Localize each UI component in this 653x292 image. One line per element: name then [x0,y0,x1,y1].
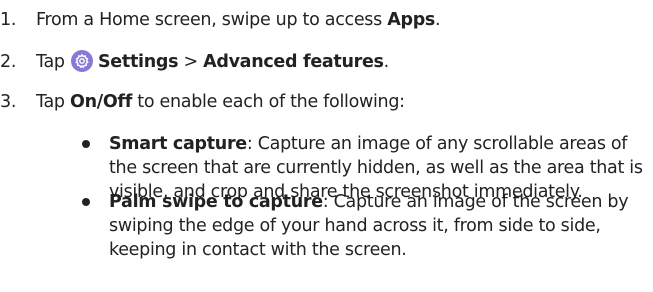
bullet-title: Palm swipe to capture [109,192,323,212]
bullet-line: swiping the edge of your hand across it,… [109,216,601,236]
bullet-line: Smart capture: Capture an image of any s… [79,132,649,156]
instructions-page: 1. From a Home screen, swipe up to acces… [0,0,653,292]
bullet-palm-swipe: Palm swipe to capture: Capture an image … [79,190,649,262]
path-separator: > [178,52,204,72]
bullet-line: keeping in contact with the screen. [109,240,407,260]
bullet-title: Smart capture [109,134,247,154]
step-text-pre: Tap [36,52,70,72]
step-number: 1. [0,10,17,30]
step-text-pre: From a Home screen, swipe up to access [36,10,388,30]
step-text: Tap Settings > Advanced features. [36,50,389,74]
bullet-line: the screen that are currently hidden, as… [109,158,643,178]
bullet-line: Palm swipe to capture: Capture an image … [79,190,649,214]
settings-gear-icon [71,50,93,72]
bullet-text: : Capture an image of any scrollable are… [246,134,628,154]
step-number: 2. [0,52,17,72]
step-text: From a Home screen, swipe up to access A… [36,8,441,32]
step-text-post: . [435,10,441,30]
step-text-post: . [383,52,390,72]
apps-label: Apps [387,10,436,30]
bullet-text: : Capture an image of the screen by [322,192,629,212]
step-text: Tap On/Off to enable each of the followi… [36,90,405,114]
step-text-post: to enable each of the following: [132,92,405,112]
on-off-label: On/Off [70,92,133,112]
settings-label: Settings [98,52,179,72]
step-number: 3. [0,92,17,112]
advanced-features-label: Advanced features [203,52,384,72]
step-text-pre: Tap [36,92,70,112]
